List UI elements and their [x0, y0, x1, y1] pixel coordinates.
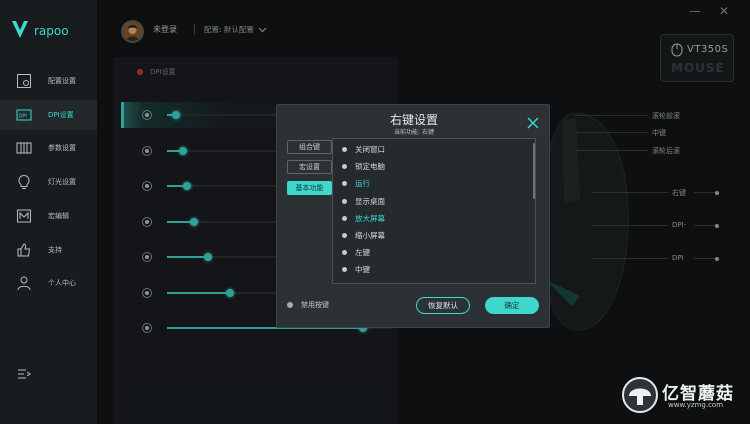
option-bullet — [342, 267, 347, 273]
function-option[interactable]: 中键 — [333, 261, 528, 278]
option-label: 运行 — [355, 179, 370, 189]
confirm-button[interactable]: 确定 — [485, 297, 539, 314]
radio-button[interactable] — [287, 302, 293, 308]
sidebar-item-params[interactable]: 参数设置 — [0, 133, 97, 163]
sidebar-item-macro[interactable]: 宏编辑 — [0, 201, 97, 231]
sidebar-item-support[interactable]: 支持 — [0, 235, 97, 265]
svg-text:DPI: DPI — [19, 114, 27, 120]
watermark-url: www.yzmg.com — [668, 401, 724, 409]
sidebar-item-config[interactable]: 配置设置 — [0, 66, 97, 96]
thumbs-up-icon — [17, 243, 31, 257]
option-label: 中键 — [355, 265, 370, 275]
sidebar-item-light[interactable]: 灯光设置 — [0, 167, 97, 197]
option-bullet — [342, 215, 347, 221]
mushroom-logo-icon — [622, 377, 658, 413]
option-label: 关闭窗口 — [355, 145, 385, 154]
option-label: 锁定电脑 — [355, 162, 385, 172]
function-option[interactable]: 显示桌面 — [333, 193, 528, 210]
config-icon — [17, 74, 31, 88]
option-bullet — [342, 250, 347, 256]
collapse-menu-icon[interactable] — [17, 367, 31, 381]
disable-key-label: 禁用按键 — [301, 301, 329, 309]
sidebar-item-dpi[interactable]: DPI DPI设置 — [0, 100, 97, 130]
function-option[interactable]: 缩小屏幕 — [333, 227, 528, 244]
dpi-icon: DPI — [16, 109, 32, 121]
macro-icon — [17, 209, 31, 223]
sidebar-item-label: 参数设置 — [48, 144, 76, 152]
option-bullet — [342, 164, 347, 170]
sidebar-item-label: 支持 — [48, 246, 62, 254]
option-bullet — [342, 198, 347, 204]
app-window: rapoo 配置设置 DPI DPI设置 参数设置 灯光设置 宏编辑 支持 个人… — [0, 0, 750, 424]
user-icon — [17, 276, 31, 291]
option-label: 左键 — [355, 248, 370, 258]
right-key-dialog: 右键设置 当前功能: 右键 组合键 宏设置 基本功能 关闭窗口锁定电脑运行显示桌… — [276, 104, 550, 328]
option-label: 右键 — [355, 282, 370, 284]
sidebar-item-label: 个人中心 — [48, 279, 76, 287]
function-option[interactable]: 右键 — [333, 279, 528, 284]
reset-default-button[interactable]: 恢复默认 — [416, 297, 470, 314]
close-icon[interactable] — [527, 117, 539, 129]
tab-macro[interactable]: 宏设置 — [287, 160, 332, 174]
dialog-title: 右键设置 — [389, 113, 438, 127]
light-bulb-icon — [18, 174, 30, 189]
function-option[interactable]: 左键 — [333, 244, 528, 261]
function-option[interactable]: 关闭窗口 — [333, 141, 528, 158]
sidebar-item-label: DPI设置 — [48, 111, 74, 119]
sidebar-item-user[interactable]: 个人中心 — [0, 268, 97, 298]
option-label: 显示桌面 — [355, 196, 385, 206]
tab-basic-function[interactable]: 基本功能 — [287, 181, 332, 195]
disable-key-option[interactable]: 禁用按键 — [287, 300, 329, 310]
params-icon — [16, 142, 32, 154]
sidebar-item-label: 配置设置 — [48, 77, 76, 85]
option-bullet — [342, 233, 347, 238]
watermark: 亿智蘑菇 www.yzmg.com — [622, 377, 747, 417]
rapoo-logo: rapoo — [12, 21, 69, 38]
function-option[interactable]: 运行 — [333, 175, 528, 192]
scrollbar-thumb[interactable] — [533, 143, 535, 199]
sidebar-item-label: 宏编辑 — [48, 212, 69, 220]
sidebar: rapoo 配置设置 DPI DPI设置 参数设置 灯光设置 宏编辑 支持 个人… — [0, 0, 97, 424]
tab-combo-key[interactable]: 组合键 — [287, 140, 332, 154]
option-label: 放大屏幕 — [355, 213, 385, 223]
function-option[interactable]: 放大屏幕 — [333, 210, 528, 227]
function-option[interactable]: 锁定电脑 — [333, 158, 528, 175]
function-list: 关闭窗口锁定电脑运行显示桌面放大屏幕缩小屏幕左键中键右键 — [332, 138, 536, 284]
dialog-subtitle: 当前功能: 右键 — [394, 129, 434, 136]
option-label: 缩小屏幕 — [355, 231, 385, 240]
option-bullet — [342, 147, 347, 152]
brand-text: rapoo — [34, 24, 69, 38]
option-bullet — [342, 181, 347, 187]
sidebar-item-label: 灯光设置 — [48, 178, 76, 186]
